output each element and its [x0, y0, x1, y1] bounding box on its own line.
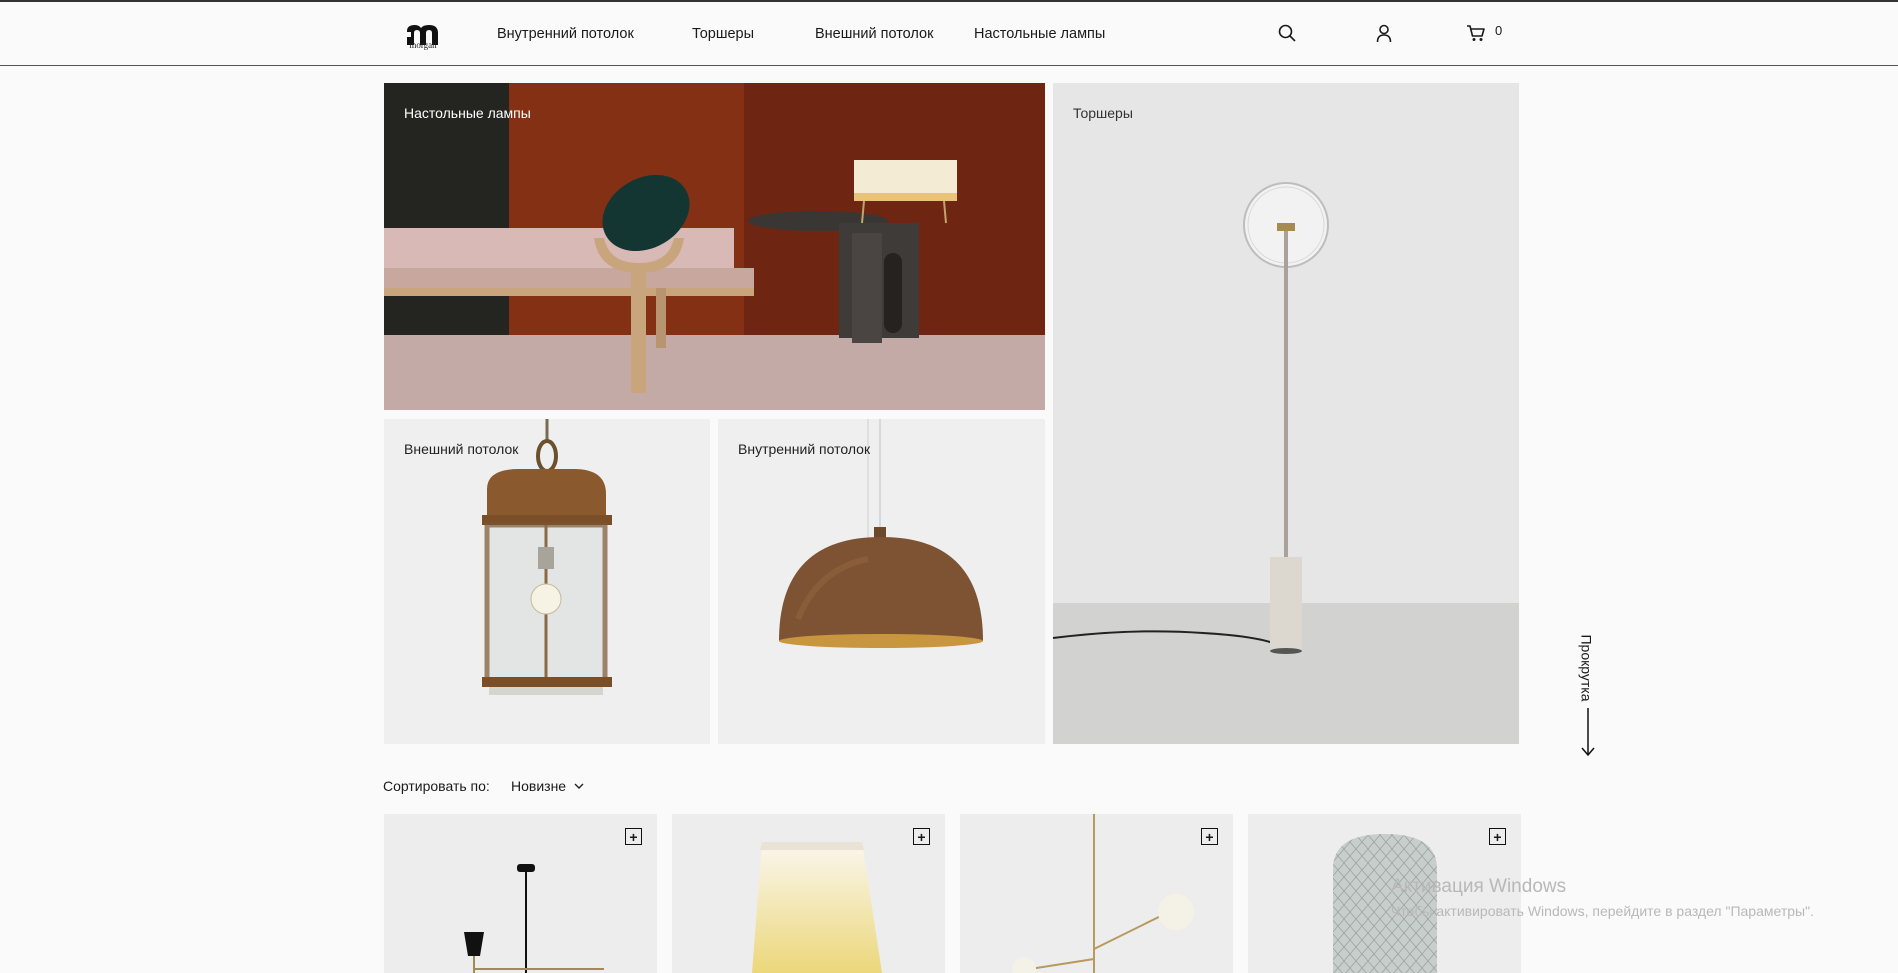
- scroll-hint[interactable]: Прокрутка: [1576, 632, 1598, 704]
- sort-dropdown[interactable]: Новизне: [511, 778, 566, 794]
- chevron-down-icon[interactable]: [573, 780, 585, 792]
- nav-item-indoor-ceiling[interactable]: Внутренний потолок: [497, 26, 634, 42]
- category-label-outdoor-ceiling: Внешний потолок: [404, 441, 519, 457]
- floor-lamp-image: [1053, 83, 1519, 744]
- category-tile-indoor-ceiling[interactable]: Внутренний потолок: [718, 419, 1045, 744]
- nav-item-outdoor-ceiling[interactable]: Внешний потолок: [815, 26, 933, 42]
- cart-count: 0: [1495, 23, 1503, 38]
- product-card[interactable]: +: [1248, 814, 1521, 973]
- lantern-image: [384, 419, 710, 744]
- scroll-label: Прокрутка: [1579, 634, 1595, 702]
- product-card[interactable]: +: [672, 814, 945, 973]
- shade-lamp-image: [752, 842, 882, 973]
- product-card[interactable]: +: [960, 814, 1233, 973]
- category-label-indoor-ceiling: Внутренний потолок: [738, 441, 871, 457]
- category-label-table-lamps: Настольные лампы: [404, 105, 531, 121]
- cart-icon[interactable]: [1466, 24, 1486, 42]
- table-lamp-image: [384, 83, 1045, 410]
- nav-item-floor-lamps[interactable]: Торшеры: [692, 26, 754, 42]
- add-to-compare-button[interactable]: +: [1201, 828, 1218, 845]
- arrow-down-icon[interactable]: [1581, 708, 1595, 756]
- site-header: morgan Внутренний потолок Торшеры Внешни…: [0, 2, 1898, 66]
- product-card[interactable]: +: [384, 814, 657, 973]
- add-to-compare-button[interactable]: +: [625, 828, 642, 845]
- category-tile-table-lamps[interactable]: Настольные лампы: [384, 83, 1045, 410]
- user-icon[interactable]: [1376, 24, 1392, 43]
- add-to-compare-button[interactable]: +: [1489, 828, 1506, 845]
- glass-lamp-image: [1333, 834, 1437, 973]
- category-label-floor-lamps: Торшеры: [1073, 105, 1133, 121]
- search-icon[interactable]: [1278, 24, 1296, 42]
- logo-wordmark[interactable]: morgan: [405, 40, 441, 50]
- category-tile-floor-lamps[interactable]: Торшеры: [1053, 83, 1519, 744]
- category-tile-outdoor-ceiling[interactable]: Внешний потолок: [384, 419, 710, 744]
- nav-item-table-lamps[interactable]: Настольные лампы: [974, 26, 1105, 42]
- add-to-compare-button[interactable]: +: [913, 828, 930, 845]
- chandelier-image: [464, 864, 604, 973]
- sort-label: Сортировать по:: [383, 778, 490, 794]
- dome-pendant-image: [718, 419, 1045, 744]
- globe-chandelier-image: [1012, 814, 1194, 973]
